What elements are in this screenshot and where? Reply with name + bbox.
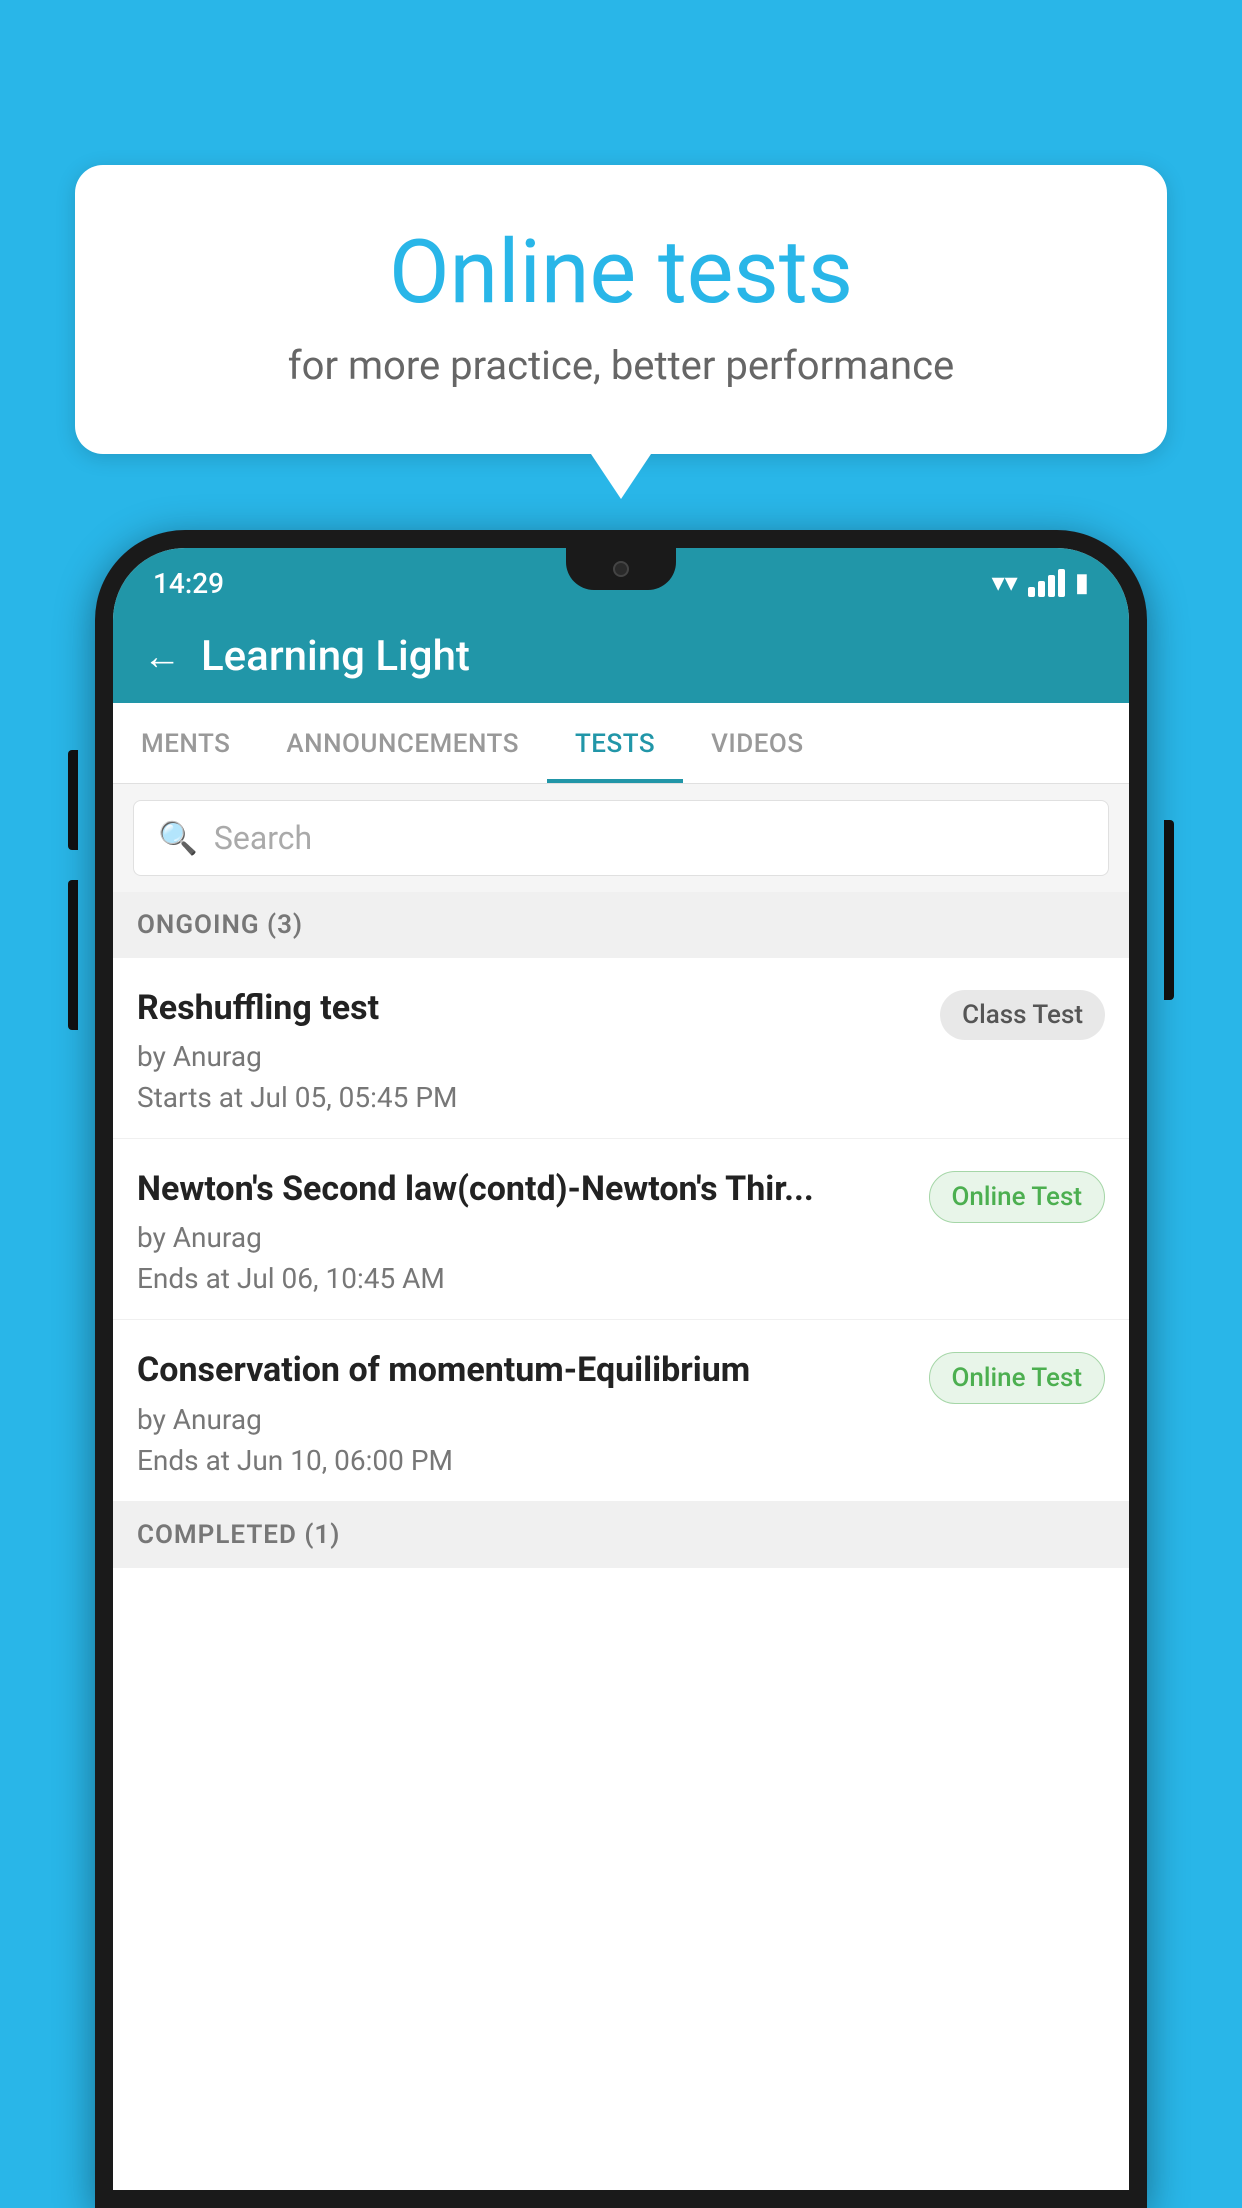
test-item-conservation[interactable]: Conservation of momentum-Equilibrium by …	[113, 1320, 1129, 1501]
ongoing-section-header: ONGOING (3)	[113, 892, 1129, 958]
test-name-newtons: Newton's Second law(contd)-Newton's Thir…	[137, 1167, 913, 1211]
test-author-conservation: by Anurag	[137, 1403, 913, 1436]
test-item-newtons[interactable]: Newton's Second law(contd)-Newton's Thir…	[113, 1139, 1129, 1320]
test-time-reshuffling: Starts at Jul 05, 05:45 PM	[137, 1081, 924, 1114]
search-placeholder: Search	[214, 819, 312, 857]
phone-frame: 14:29 ▾▾ ▮ ← Learning Light	[95, 530, 1147, 2208]
power-button	[1164, 820, 1174, 1000]
test-time-newtons: Ends at Jul 06, 10:45 AM	[137, 1262, 913, 1295]
app-header: ← Learning Light	[113, 612, 1129, 703]
app-title: Learning Light	[201, 632, 470, 681]
badge-class-test-reshuffling: Class Test	[940, 990, 1105, 1040]
test-author-reshuffling: by Anurag	[137, 1040, 924, 1073]
volume-up-button	[68, 750, 78, 850]
speech-bubble: Online tests for more practice, better p…	[75, 165, 1167, 454]
tab-tests[interactable]: TESTS	[547, 703, 683, 783]
test-name-reshuffling: Reshuffling test	[137, 986, 924, 1030]
back-button[interactable]: ←	[143, 635, 181, 679]
bubble-subtitle: for more practice, better performance	[125, 342, 1117, 389]
search-container: 🔍 Search	[113, 784, 1129, 892]
bubble-title: Online tests	[125, 225, 1117, 322]
search-icon: 🔍	[158, 819, 198, 857]
signal-icon	[1028, 569, 1065, 597]
status-icons: ▾▾ ▮	[992, 568, 1089, 598]
notch	[566, 548, 676, 590]
tab-bar: MENTS ANNOUNCEMENTS TESTS VIDEOS	[113, 703, 1129, 784]
tab-announcements[interactable]: ANNOUNCEMENTS	[258, 703, 547, 783]
phone-screen: 14:29 ▾▾ ▮ ← Learning Light	[113, 548, 1129, 2190]
test-item-reshuffling[interactable]: Reshuffling test by Anurag Starts at Jul…	[113, 958, 1129, 1139]
test-info-newtons: Newton's Second law(contd)-Newton's Thir…	[137, 1167, 913, 1295]
badge-online-test-newtons: Online Test	[929, 1171, 1106, 1223]
battery-icon: ▮	[1075, 568, 1089, 598]
badge-online-test-conservation: Online Test	[929, 1352, 1106, 1404]
test-time-conservation: Ends at Jun 10, 06:00 PM	[137, 1444, 913, 1477]
test-author-newtons: by Anurag	[137, 1221, 913, 1254]
test-info-reshuffling: Reshuffling test by Anurag Starts at Jul…	[137, 986, 924, 1114]
status-time: 14:29	[153, 567, 224, 600]
tab-videos[interactable]: VIDEOS	[683, 703, 831, 783]
test-name-conservation: Conservation of momentum-Equilibrium	[137, 1348, 913, 1392]
volume-down-button	[68, 880, 78, 1030]
status-bar: 14:29 ▾▾ ▮	[113, 548, 1129, 612]
tab-assignments[interactable]: MENTS	[113, 703, 258, 783]
wifi-icon: ▾▾	[992, 568, 1018, 598]
completed-section-header: COMPLETED (1)	[113, 1502, 1129, 1568]
test-list: Reshuffling test by Anurag Starts at Jul…	[113, 958, 1129, 2190]
front-camera	[613, 561, 629, 577]
test-info-conservation: Conservation of momentum-Equilibrium by …	[137, 1348, 913, 1476]
search-bar[interactable]: 🔍 Search	[133, 800, 1109, 876]
